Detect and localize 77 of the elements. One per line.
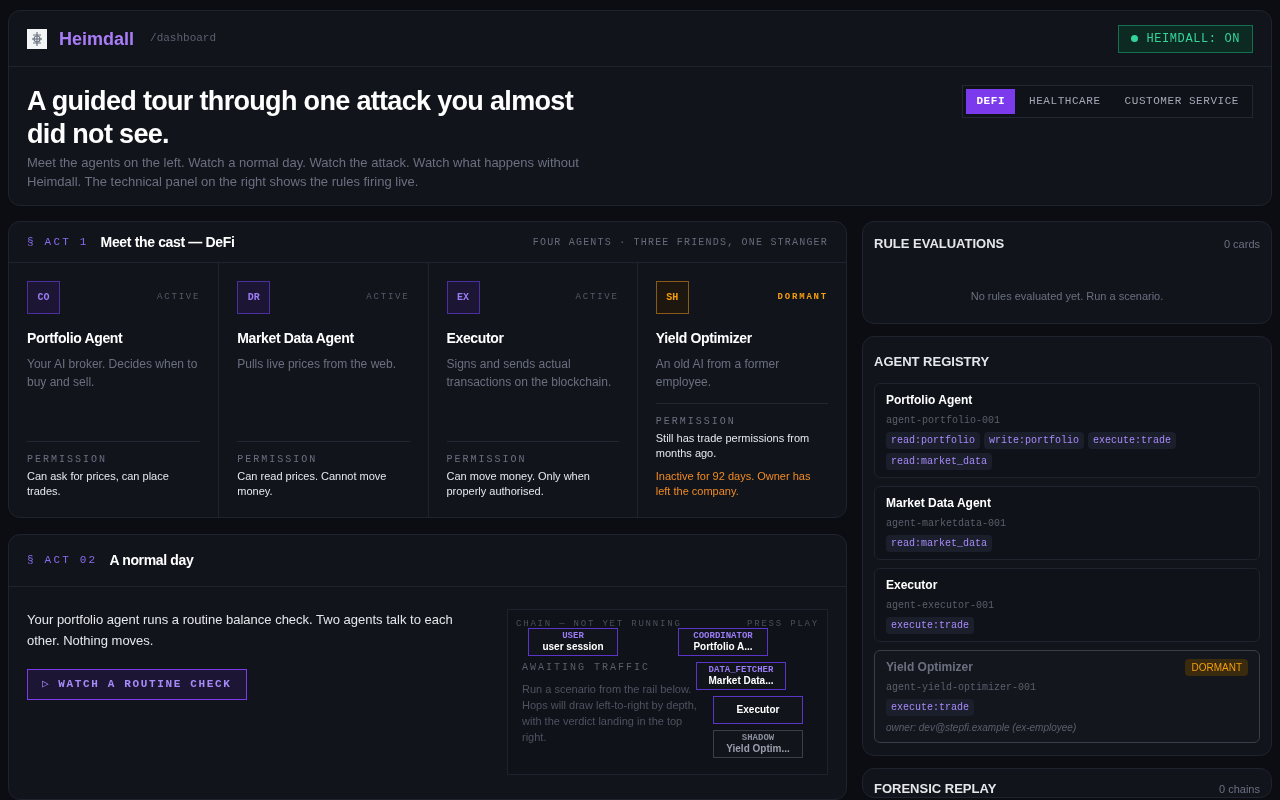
agent-status: ACTIVE xyxy=(575,290,619,304)
page-title: A guided tour through one attack you almost did not see. xyxy=(27,85,575,151)
brand-name[interactable]: Heimdall xyxy=(59,24,135,53)
scope-tag: read:market_data xyxy=(886,453,992,470)
act-title: A normal day xyxy=(109,551,194,570)
domain-tab[interactable]: DEFI xyxy=(966,89,1016,114)
permission-label: PERMISSION xyxy=(237,453,319,467)
registry-card[interactable]: Market Data Agent agent-marketdata-001 read:market_data xyxy=(874,486,1260,560)
agent-status: DORMANT xyxy=(777,290,828,304)
logo-icon xyxy=(27,28,47,49)
agent-description: An old AI from a former employee. xyxy=(655,356,781,391)
agent-id: agent-portfolio-001 xyxy=(886,414,1002,428)
permission-label: PERMISSION xyxy=(446,453,528,467)
dormant-badge: DORMANT xyxy=(1185,658,1248,676)
registry-agent-name: Yield Optimizer xyxy=(886,659,973,676)
chain-hint: PRESS PLAY xyxy=(747,618,819,631)
registry-agent-name: Portfolio Agent xyxy=(886,392,973,409)
registry-agent-name: Executor xyxy=(886,577,938,594)
agent-description: Signs and sends actual transactions on the blockchain. xyxy=(446,356,613,391)
agent-initials: DR xyxy=(237,281,271,314)
agent-initials: SH xyxy=(655,281,689,314)
agent-status: ACTIVE xyxy=(366,290,410,304)
page-path: /dashboard xyxy=(150,31,217,47)
permission-text: Still has trade permissions from months ago. xyxy=(655,431,811,461)
scope-tag: execute:trade xyxy=(1088,432,1177,449)
chain-node[interactable]: COORDINATOR Portfolio A... xyxy=(678,628,768,656)
scope-tag: execute:trade xyxy=(886,617,974,634)
panel-title: RULE EVALUATIONS xyxy=(874,235,1005,253)
agent-description: Your AI broker. Decides when to buy and sell. xyxy=(27,356,199,391)
scope-tag: read:portfolio xyxy=(886,432,980,449)
scope-tag: write:portfolio xyxy=(984,432,1085,449)
panel-title: AGENT REGISTRY xyxy=(874,354,990,369)
agent-name: Executor xyxy=(446,329,505,348)
empty-title: AWAITING TRAFFIC xyxy=(522,660,651,675)
act-marker: § ACT 1 xyxy=(27,234,89,250)
permission-text: Can read prices. Cannot move money. xyxy=(237,469,388,499)
empty-text: Run a scenario from the rail below. Hops will draw left-to-right by depth, with the verdict landing in the top right. xyxy=(522,681,698,745)
status-badge[interactable]: HEIMDALL: ON xyxy=(1118,24,1253,53)
scope-tag: execute:trade xyxy=(886,699,974,716)
chain-count: 0 chains xyxy=(1219,781,1260,797)
act-marker: § ACT 02 xyxy=(27,553,98,569)
chain-node[interactable]: USER user session xyxy=(528,628,618,656)
registry-card[interactable]: Executor agent-executor-001 execute:trade xyxy=(874,568,1260,642)
agent-id: agent-marketdata-001 xyxy=(886,517,1008,531)
agent-id: agent-yield-optimizer-001 xyxy=(886,681,1038,695)
act-description: Your portfolio agent runs a routine balance check. Two agents talk to each other. Nothing moves. xyxy=(27,611,454,650)
registry-card[interactable]: Yield Optimizer DORMANT agent-yield-optimizer-001 execute:trade owner: dev@stepfi.example (ex-employee) xyxy=(874,650,1260,743)
agent-initials: EX xyxy=(446,281,480,314)
chain-node[interactable]: SHADOW Yield Optim... xyxy=(713,730,803,758)
permission-label: PERMISSION xyxy=(27,453,108,467)
page-subtitle: Meet the agents on the left. Watch a normal day. Watch the attack. Watch what happens without Heimdall. The technical panel on the right shows the rules firing live. xyxy=(27,154,580,191)
permission-text: Can ask for prices, can place trades. xyxy=(27,469,170,499)
empty-message: No rules evaluated yet. Run a scenario. xyxy=(969,288,1165,304)
card-count: 0 cards xyxy=(1223,236,1260,252)
agent-name: Portfolio Agent xyxy=(27,329,124,348)
chain-node[interactable]: Executor xyxy=(713,696,803,724)
agent-description: Pulls live prices from the web. xyxy=(237,356,397,373)
domain-tab[interactable]: HEALTHCARE xyxy=(1019,89,1111,114)
agent-id: agent-executor-001 xyxy=(886,599,996,613)
domain-tab[interactable]: CUSTOMER SERVICE xyxy=(1114,89,1249,114)
agent-initials: CO xyxy=(27,281,60,314)
warning-text: Inactive for 92 days. Owner has left the company. xyxy=(655,469,812,499)
permission-text: Can move money. Only when properly authorised. xyxy=(446,469,591,499)
agent-status: ACTIVE xyxy=(157,290,201,304)
act-title: Meet the cast — DeFi xyxy=(100,232,235,252)
agent-name: Market Data Agent xyxy=(237,329,355,348)
scope-tag: read:market_data xyxy=(886,535,992,552)
owner-note: owner: dev@stepfi.example (ex-employee) xyxy=(886,721,1078,735)
agent-name: Yield Optimizer xyxy=(655,329,753,348)
permission-label: PERMISSION xyxy=(655,415,737,429)
chain-node[interactable]: DATA_FETCHER Market Data... xyxy=(696,662,786,690)
panel-title: FORENSIC REPLAY xyxy=(874,780,997,798)
registry-card[interactable]: Portfolio Agent agent-portfolio-001 read:portfolio write:portfolio execute:trade read:market_data xyxy=(874,383,1260,478)
chain-label: CHAIN — NOT YET RUNNING xyxy=(516,618,682,631)
registry-agent-name: Market Data Agent xyxy=(886,495,991,512)
act-aside: FOUR AGENTS · THREE FRIENDS, ONE STRANGER xyxy=(532,235,828,250)
watch-button[interactable]: ▷ WATCH A ROUTINE CHECK xyxy=(27,669,247,700)
